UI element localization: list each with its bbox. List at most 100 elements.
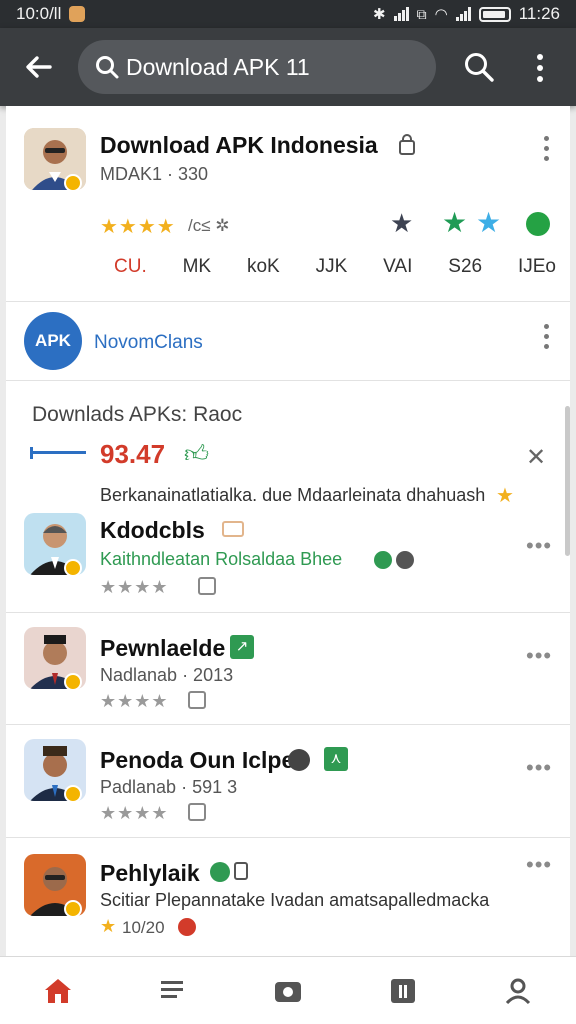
green-badge-icon bbox=[374, 551, 392, 569]
rating-text: 10/20 bbox=[122, 918, 165, 937]
search-icon bbox=[96, 56, 119, 79]
status-time-left: 10:0/ll bbox=[16, 4, 62, 23]
downloads-description: Berkanainatlatialka. due Mdaarleinata dh… bbox=[100, 485, 486, 505]
close-icon[interactable]: ✕ bbox=[526, 443, 546, 472]
bluetooth-icon: ✱ bbox=[373, 6, 386, 23]
featured-title: Download APK Indonesia bbox=[100, 132, 378, 158]
publisher-name: NovomClans bbox=[94, 332, 203, 353]
status-time-right: 11:26 bbox=[518, 4, 560, 23]
nav-camera[interactable] bbox=[268, 971, 308, 1011]
lock-icon bbox=[399, 134, 415, 155]
share-icon bbox=[188, 803, 206, 821]
list-item-subtitle: Kaithndleatan Rolsaldaa Bhee bbox=[100, 549, 343, 569]
status-bar: 10:0/ll ✱ ⧉ ◠ 11:26 bbox=[0, 0, 576, 28]
verified-badge-icon bbox=[64, 559, 82, 577]
apk-logo-icon: APK bbox=[24, 312, 82, 370]
share-icon bbox=[198, 577, 216, 595]
verified-badge-icon bbox=[64, 900, 82, 918]
tab-4[interactable]: VAI bbox=[383, 256, 412, 296]
apps-icon bbox=[391, 978, 416, 1003]
thumbs-up-icon: 👍︎ bbox=[184, 441, 210, 468]
rating-stars: ★★★★ bbox=[100, 216, 176, 238]
rating-star: ★ bbox=[100, 916, 118, 936]
profile-icon bbox=[506, 978, 531, 1004]
clock-icon bbox=[396, 551, 414, 569]
share-icon bbox=[188, 691, 206, 709]
red-badge-icon bbox=[178, 918, 196, 936]
rating-stars: ★★★★ bbox=[100, 691, 169, 711]
camera-icon bbox=[274, 981, 301, 1002]
overflow-menu-icon[interactable] bbox=[528, 52, 552, 84]
app-notification-icon bbox=[69, 6, 86, 22]
star-green-icon[interactable]: ★ bbox=[442, 206, 467, 239]
signal-icon bbox=[393, 7, 409, 21]
wifi-icon: ◠ bbox=[434, 6, 448, 23]
publisher-row[interactable]: APK NovomClans bbox=[6, 302, 570, 380]
featured-app-card[interactable]: Download APK Indonesia MDAK1 · 330 ★★★★ … bbox=[6, 106, 570, 302]
tab-3[interactable]: JJK bbox=[316, 256, 348, 296]
list-item-title: Kdodcbls bbox=[100, 517, 205, 543]
downloads-heading: Downlads APKs: Raoc bbox=[32, 403, 243, 426]
downloads-section: Downlads APKs: Raoc 93.47 👍︎ ✕ Berkanain… bbox=[6, 381, 570, 511]
featured-more-icon[interactable] bbox=[544, 136, 552, 166]
list-item-subtitle: Nadlanab · 2013 bbox=[100, 665, 234, 685]
verified-badge-icon bbox=[64, 174, 82, 192]
verified-badge-icon bbox=[64, 673, 82, 691]
list-item[interactable]: Penoda Oun Iclpe ⋏ Padlanab · 591 3 ★★★★… bbox=[6, 725, 570, 837]
list-item-subtitle: Padlanab · 591 3 bbox=[100, 777, 238, 797]
battery-icon bbox=[478, 6, 511, 22]
search-input[interactable]: Download APK 11 bbox=[78, 40, 436, 94]
results-panel: Download APK Indonesia MDAK1 · 330 ★★★★ … bbox=[6, 106, 570, 956]
tab-5[interactable]: S26 bbox=[448, 256, 482, 296]
list-item-subtitle: Scitiar Plepannatake Ivadan amatsapalled… bbox=[100, 890, 490, 910]
star-blue-icon[interactable]: ★ bbox=[476, 206, 501, 239]
green-badge-icon bbox=[210, 862, 230, 882]
tab-2[interactable]: koK bbox=[247, 256, 280, 296]
trend-line-cap bbox=[30, 447, 33, 459]
home-icon bbox=[44, 978, 71, 1003]
green-action-icon: ↗ bbox=[230, 635, 254, 659]
nav-feed[interactable] bbox=[153, 971, 193, 1011]
feed-icon bbox=[160, 980, 183, 998]
back-arrow-icon[interactable] bbox=[22, 50, 56, 84]
card-icon bbox=[222, 521, 244, 537]
list-item-title: Pewnlaelde bbox=[100, 635, 226, 661]
lock-icon bbox=[234, 862, 248, 880]
sim-icon: ⧉ bbox=[416, 5, 427, 22]
nav-profile[interactable] bbox=[498, 971, 538, 1011]
list-item-more-icon[interactable]: ••• bbox=[526, 852, 552, 878]
green-action-icon: ⋏ bbox=[324, 747, 348, 771]
tab-0[interactable]: CU. bbox=[114, 256, 147, 296]
nav-home[interactable] bbox=[38, 971, 78, 1011]
scrollbar[interactable] bbox=[565, 406, 570, 556]
rating-stars: ★★★★ bbox=[100, 577, 169, 597]
tab-6[interactable]: IJEo bbox=[518, 256, 556, 296]
bottom-navigation bbox=[0, 956, 576, 1024]
signal-strength-icon bbox=[455, 7, 471, 21]
nav-apps[interactable] bbox=[383, 971, 423, 1011]
star-dark-icon[interactable]: ★ bbox=[390, 208, 413, 239]
search-button-icon[interactable] bbox=[462, 50, 496, 84]
list-item-more-icon[interactable]: ••• bbox=[526, 533, 552, 559]
top-app-bar: Download APK 11 bbox=[0, 28, 576, 106]
list-item[interactable]: Pewnlaelde ↗ Nadlanab · 2013 ★★★★ ••• bbox=[6, 613, 570, 723]
verified-badge-icon bbox=[64, 785, 82, 803]
rating-text: /c≤ ✲ bbox=[188, 216, 230, 235]
category-tabs: CU. MK koK JJK VAI S26 IJEo bbox=[6, 256, 570, 296]
list-item-title: Penoda Oun Iclpe bbox=[100, 747, 295, 773]
apk-logo-text: APK bbox=[35, 331, 71, 350]
camera-icon bbox=[288, 749, 310, 771]
list-item-more-icon[interactable]: ••• bbox=[526, 643, 552, 669]
tab-1[interactable]: MK bbox=[183, 256, 212, 296]
list-item[interactable]: Pehlylaik Scitiar Plepannatake Ivadan am… bbox=[6, 838, 570, 956]
search-query: Download APK 11 bbox=[126, 53, 310, 80]
downloads-value: 93.47 bbox=[100, 439, 166, 469]
trend-line-icon bbox=[32, 451, 86, 454]
rating-stars: ★★★★ bbox=[100, 803, 169, 823]
star-icon: ★ bbox=[496, 485, 514, 507]
whatsapp-icon[interactable] bbox=[526, 212, 550, 236]
list-item-more-icon[interactable]: ••• bbox=[526, 755, 552, 781]
list-item[interactable]: Kdodcbls Kaithndleatan Rolsaldaa Bhee ★★… bbox=[6, 511, 570, 611]
publisher-more-icon[interactable] bbox=[544, 324, 552, 354]
featured-subtitle: MDAK1 · 330 bbox=[100, 164, 209, 184]
